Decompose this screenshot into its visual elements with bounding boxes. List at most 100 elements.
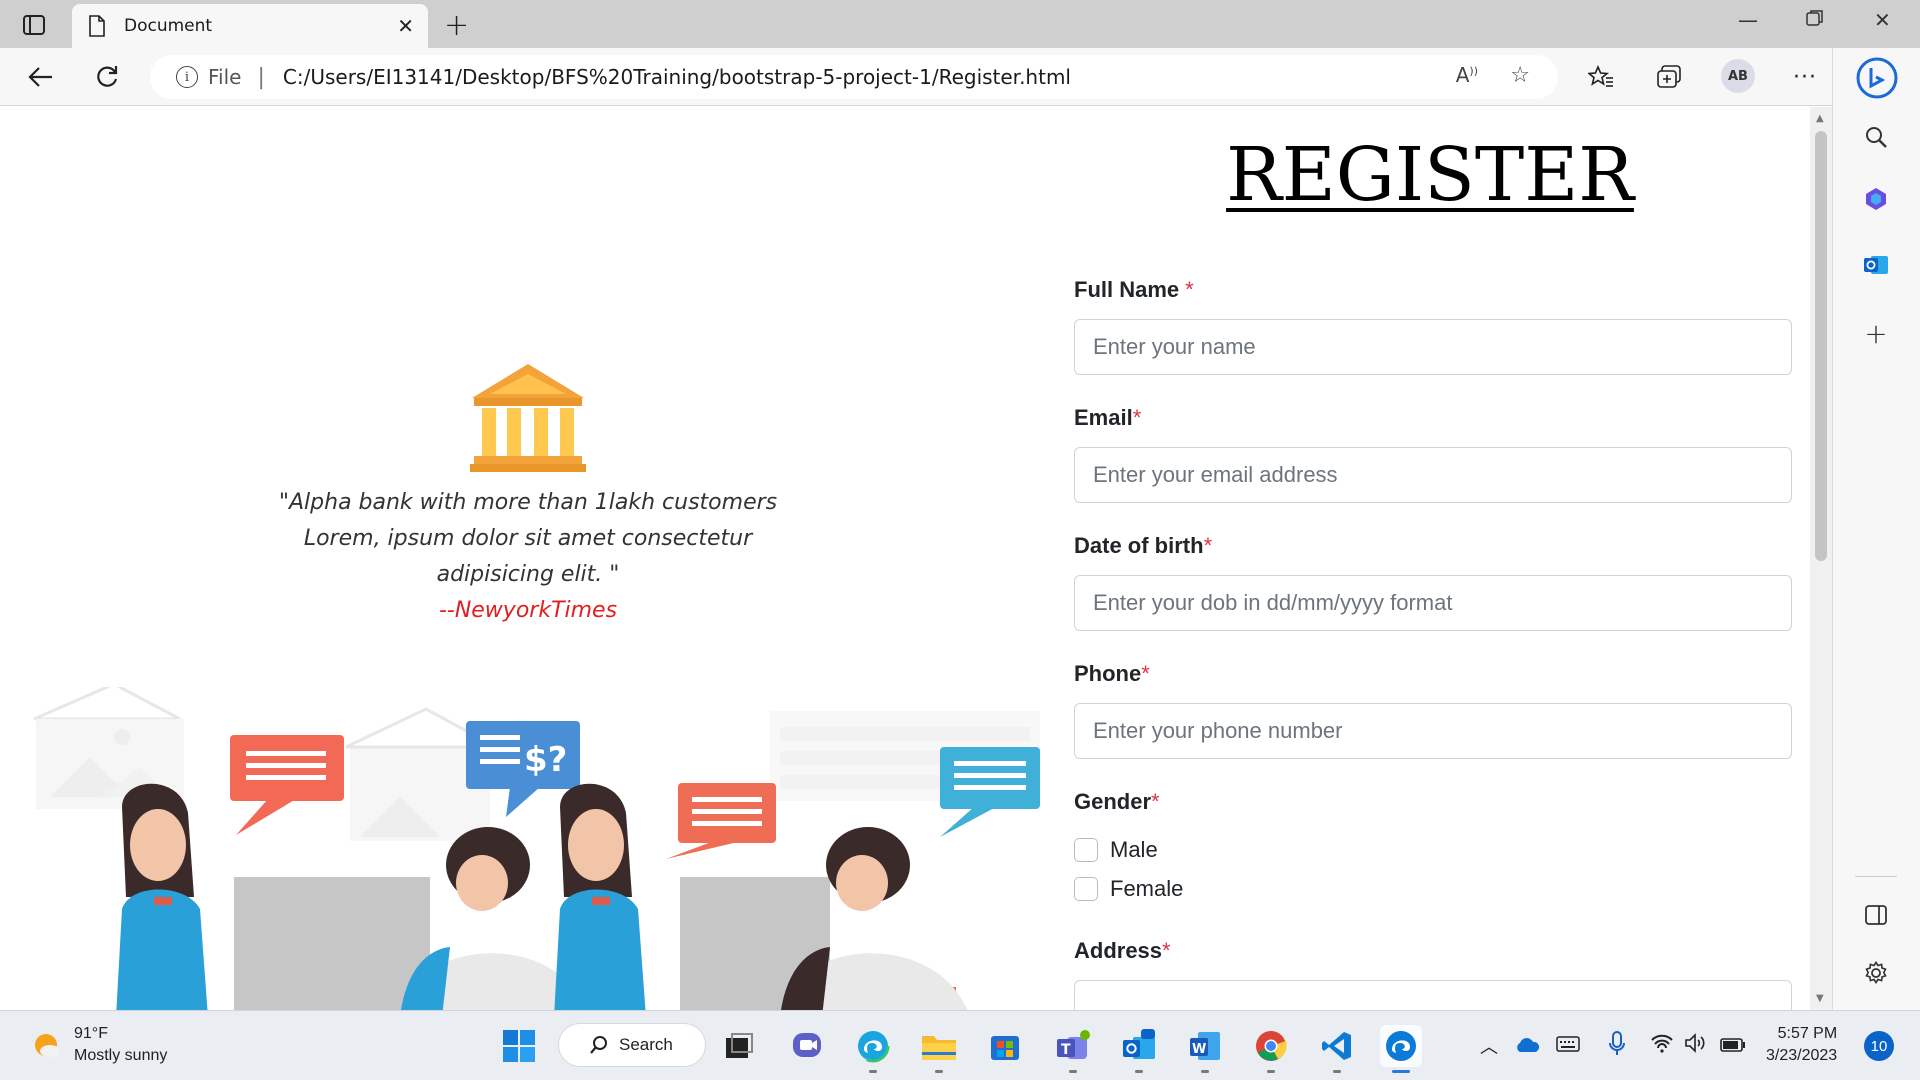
task-view-icon[interactable] xyxy=(718,1025,760,1067)
tab-title: Document xyxy=(124,16,213,36)
tab-close-icon[interactable]: ✕ xyxy=(397,14,414,38)
running-indicator xyxy=(1135,1070,1143,1073)
female-checkbox[interactable] xyxy=(1074,877,1098,901)
label-text: Full Name xyxy=(1074,277,1180,302)
shopping-icon[interactable] xyxy=(1861,184,1891,214)
favorites-icon[interactable] xyxy=(1586,62,1616,92)
email-label: Email* xyxy=(1074,405,1141,431)
quote-line: adipisicing elit. " xyxy=(436,562,620,587)
outlook-icon[interactable] xyxy=(1861,250,1891,280)
required-asterisk: * xyxy=(1162,938,1171,963)
label-text: Date of birth xyxy=(1074,533,1204,558)
partly-sunny-icon xyxy=(35,1034,60,1057)
restore-icon[interactable] xyxy=(1806,8,1824,32)
edge-active-window-icon[interactable] xyxy=(1380,1025,1422,1073)
phone-input[interactable] xyxy=(1074,703,1792,759)
gender-option-male[interactable]: Male xyxy=(1074,837,1158,863)
required-asterisk: * xyxy=(1141,661,1150,686)
active-indicator xyxy=(1392,1070,1410,1073)
scroll-up-icon[interactable]: ▲ xyxy=(1816,113,1824,124)
edge-sidebar: + xyxy=(1832,48,1920,1010)
wifi-icon[interactable] xyxy=(1650,1033,1674,1058)
refresh-icon[interactable] xyxy=(92,62,122,92)
teams-chat-icon[interactable] xyxy=(786,1025,828,1067)
add-favorite-icon[interactable]: ☆ xyxy=(1510,63,1530,88)
testimonial-quote: "Alpha bank with more than 1lakh custome… xyxy=(250,485,806,629)
back-arrow-icon[interactable] xyxy=(26,62,56,92)
address-textarea[interactable] xyxy=(1074,980,1792,1010)
male-checkbox[interactable] xyxy=(1074,838,1098,862)
window-close-icon[interactable]: ✕ xyxy=(1874,8,1891,32)
running-indicator xyxy=(1201,1070,1209,1073)
browser-toolbar: i File | C:/Users/EI13141/Desktop/BFS%20… xyxy=(0,48,1920,106)
required-asterisk: * xyxy=(1132,405,1142,430)
word-app-icon[interactable]: W xyxy=(1184,1025,1226,1073)
chrome-app-icon[interactable] xyxy=(1250,1025,1292,1073)
more-options-icon[interactable]: ··· xyxy=(1790,62,1820,92)
tab-document[interactable]: Document ✕ xyxy=(72,4,428,48)
dob-input[interactable] xyxy=(1074,575,1792,631)
settings-gear-icon[interactable] xyxy=(1861,958,1891,988)
weather-condition: Mostly sunny xyxy=(74,1047,168,1064)
vscode-app-icon[interactable] xyxy=(1316,1025,1358,1073)
bing-chat-icon[interactable] xyxy=(1855,56,1899,100)
file-explorer-icon[interactable] xyxy=(918,1025,960,1073)
minimize-icon[interactable]: — xyxy=(1738,8,1758,32)
gender-option-female[interactable]: Female xyxy=(1074,876,1183,902)
weather-widget[interactable]: 91°F Mostly sunny xyxy=(30,1023,167,1067)
taskbar-search[interactable]: Search xyxy=(558,1023,706,1067)
collections-icon[interactable] xyxy=(1654,62,1684,92)
quote-line: "Alpha bank with more than 1lakh custome… xyxy=(278,490,778,515)
phone-label: Phone* xyxy=(1074,661,1150,687)
show-hidden-icons[interactable]: ︿ xyxy=(1480,1033,1498,1059)
label-text: Gender xyxy=(1074,789,1152,814)
search-label: Search xyxy=(619,1035,673,1054)
windows-taskbar: 91°F Mostly sunny Search T W ︿ 5:57 PM 3… xyxy=(0,1010,1920,1080)
required-asterisk: * xyxy=(1203,533,1213,558)
customer-service-illustration: $? xyxy=(33,687,1040,1010)
address-bar[interactable]: i File | C:/Users/EI13141/Desktop/BFS%20… xyxy=(150,55,1558,99)
notification-badge[interactable]: 10 xyxy=(1864,1031,1894,1061)
keyboard-icon[interactable] xyxy=(1556,1035,1580,1058)
teams-app-icon[interactable]: T xyxy=(1052,1025,1094,1073)
weather-temp: 91°F xyxy=(74,1025,108,1042)
address-label: Address* xyxy=(1074,938,1171,964)
edge-app-icon[interactable] xyxy=(852,1025,894,1073)
volume-icon[interactable] xyxy=(1684,1033,1706,1058)
svg-text:W: W xyxy=(1192,1042,1206,1057)
read-aloud-icon[interactable]: A)) xyxy=(1456,63,1478,87)
quote-source: --NewyorkTimes xyxy=(438,598,618,623)
microsoft-store-icon[interactable] xyxy=(984,1025,1026,1067)
full-name-label: Full Name * xyxy=(1074,277,1194,303)
battery-icon[interactable] xyxy=(1720,1036,1746,1057)
new-tab-icon[interactable]: + xyxy=(444,8,469,43)
url-text[interactable]: C:/Users/EI13141/Desktop/BFS%20Training/… xyxy=(283,65,1071,89)
clock-date: 3/23/2023 xyxy=(1766,1047,1838,1064)
scroll-down-icon[interactable]: ▼ xyxy=(1816,993,1824,1004)
quote-line: Lorem, ipsum dolor sit amet consectetur xyxy=(303,526,753,551)
outlook-app-icon[interactable] xyxy=(1118,1025,1160,1073)
gender-label: Gender* xyxy=(1074,789,1160,815)
search-icon[interactable] xyxy=(1861,122,1891,152)
scheme-label: File xyxy=(208,65,242,89)
page-title: REGISTER xyxy=(1226,132,1634,218)
scrollbar-thumb[interactable] xyxy=(1815,131,1827,561)
microphone-icon[interactable] xyxy=(1608,1031,1626,1062)
svg-text:$?: $? xyxy=(524,740,567,780)
full-name-input[interactable] xyxy=(1074,319,1792,375)
running-indicator xyxy=(1267,1070,1275,1073)
page-scrollbar[interactable]: ▲ ▼ xyxy=(1810,107,1832,1010)
start-button[interactable] xyxy=(498,1025,540,1067)
address-separator: | xyxy=(257,64,265,90)
hide-sidebar-icon[interactable] xyxy=(1861,900,1891,930)
email-input[interactable] xyxy=(1074,447,1792,503)
bank-building-icon xyxy=(470,364,586,472)
add-sidebar-app-icon[interactable]: + xyxy=(1861,317,1891,350)
tab-actions-icon[interactable] xyxy=(14,10,54,40)
profile-avatar[interactable]: AB xyxy=(1721,59,1755,93)
label-text: Email xyxy=(1074,405,1133,430)
site-info-icon[interactable]: i xyxy=(176,66,198,88)
onedrive-icon[interactable] xyxy=(1514,1037,1540,1058)
system-clock[interactable]: 5:57 PM 3/23/2023 xyxy=(1766,1023,1837,1067)
running-indicator xyxy=(1333,1070,1341,1073)
